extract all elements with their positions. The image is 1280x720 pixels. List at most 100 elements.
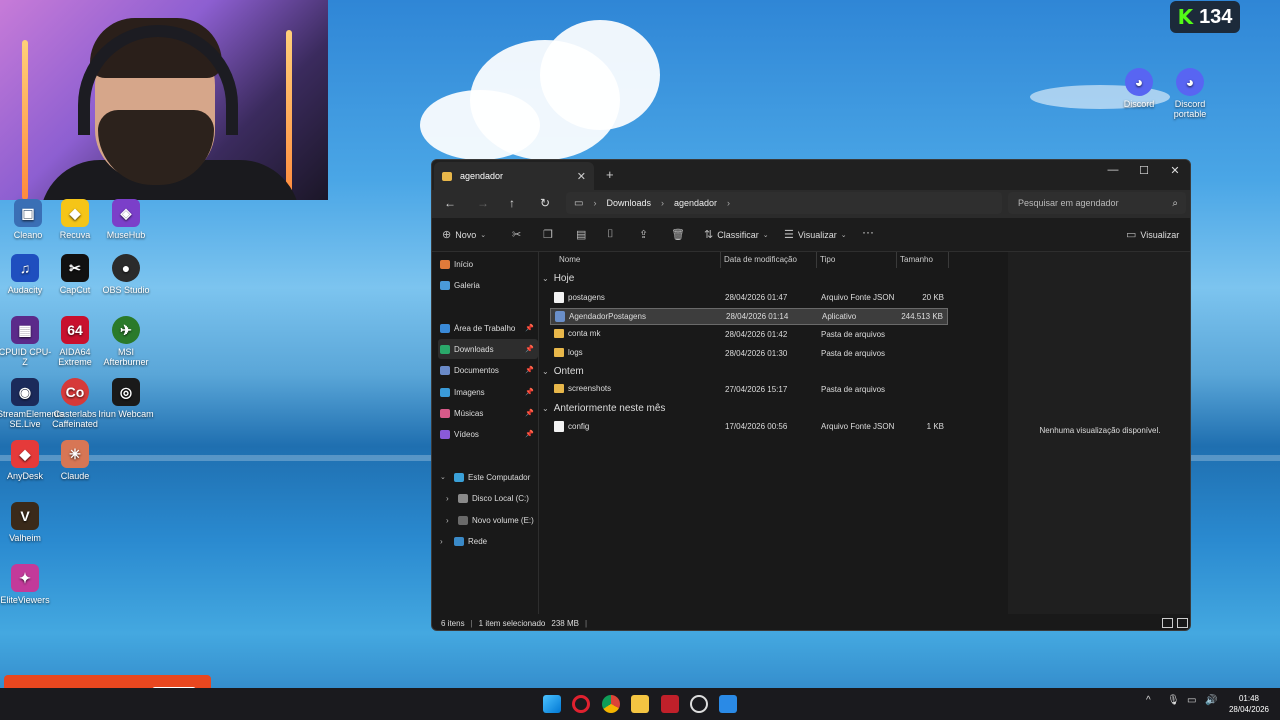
desktop-icon-discord[interactable]: ◕ Discord [1111, 68, 1167, 109]
desktop-icon-anydesk[interactable]: ◆ AnyDesk [0, 440, 53, 481]
column-separator[interactable] [720, 252, 721, 268]
more-options-button[interactable]: ··· [862, 225, 874, 239]
close-window-button[interactable]: ✕ [1160, 164, 1190, 177]
afterburner-icon: ✈ [112, 316, 140, 344]
nav-this-pc[interactable]: ⌄ Este Computador [438, 467, 538, 487]
desktop-icon-streamelements[interactable]: ◉ StreamElements SE.Live [0, 378, 64, 429]
desktop-icon-casterlabs[interactable]: Co Casterlabs Caffeinated [47, 378, 103, 429]
desktop-icon-valheim[interactable]: V Valheim [0, 502, 53, 543]
details-view-icon[interactable] [1162, 618, 1173, 628]
cpuz-icon: ▦ [11, 316, 39, 344]
search-input[interactable]: Pesquisar em agendador ⌕ [1008, 192, 1186, 214]
file-row[interactable]: postagens 28/04/2026 01:47 Arquivo Fonte… [550, 290, 948, 307]
column-header-name[interactable]: Nome [559, 255, 580, 271]
view-button[interactable]: ☰ Visualizar ⌄ [784, 228, 847, 241]
nav-desktop[interactable]: Área de Trabalho 📌 [438, 318, 538, 338]
desktop-icon-msi-afterburner[interactable]: ✈ MSI Afterburner [98, 316, 154, 367]
command-bar: ⊕ Novo ⌄ ✂ ❐ ▤ ⌷ ⇪ 🗑 ⇅ Classificar ⌄ ☰ V… [432, 218, 1190, 252]
twitter-overlay-icon[interactable] [661, 695, 679, 713]
file-explorer-icon[interactable] [631, 695, 649, 713]
file-row[interactable]: screenshots 27/04/2026 15:17 Pasta de ar… [550, 382, 948, 399]
desktop-icon-recuva[interactable]: ◆ Recuva [47, 199, 103, 240]
nav-gallery[interactable]: Galeria [438, 275, 538, 295]
nav-home[interactable]: Início [438, 254, 538, 274]
desktop-icon-iriun[interactable]: ◎ Iriun Webcam [98, 378, 154, 419]
back-arrow-icon[interactable]: ← [444, 196, 456, 210]
chevron-down-icon: ⌄ [840, 231, 847, 239]
chrome-icon[interactable] [602, 695, 620, 713]
column-separator[interactable] [948, 252, 949, 268]
share-button[interactable]: ⇪ [639, 228, 648, 241]
preview-pane-icon: ▭ [1126, 229, 1137, 241]
breadcrumb-agendador[interactable]: agendador [674, 198, 717, 208]
tiles-view-icon[interactable] [1177, 618, 1188, 628]
status-bar: 6 itens | 1 item selecionado 238 MB | [432, 614, 1190, 630]
column-separator[interactable] [896, 252, 897, 268]
desktop-icon-aida64[interactable]: 64 AIDA64 Extreme [47, 316, 103, 367]
file-row[interactable]: logs 28/04/2026 01:30 Pasta de arquivos [550, 346, 948, 363]
opera-icon[interactable] [572, 695, 590, 713]
new-tab-button[interactable]: + [606, 167, 614, 182]
file-row-selected[interactable]: AgendadorPostagens 28/04/2026 01:14 Apli… [550, 308, 948, 325]
desktop-icon-musehub[interactable]: ◈ MuseHub [98, 199, 154, 240]
obs-taskbar-icon[interactable] [690, 695, 708, 713]
cut-button[interactable]: ✂ [512, 228, 521, 241]
address-bar[interactable]: ▭ › Downloads › agendador › [566, 192, 1002, 214]
capcut-icon: ✂ [61, 254, 89, 282]
group-header[interactable]: ⌄ Hoje [542, 273, 574, 284]
delete-button[interactable]: 🗑 [671, 228, 685, 241]
refresh-icon[interactable]: ↻ [540, 196, 550, 210]
desktop-icon-eliteviewers[interactable]: ✦ EliteViewers [0, 564, 53, 605]
desktop-icon-audacity[interactable]: ♫ Audacity [0, 254, 53, 295]
tray-chevron-icon[interactable]: ^ [1146, 695, 1151, 706]
nav-downloads[interactable]: Downloads 📌 [438, 339, 538, 359]
column-header-date[interactable]: Data de modificação [724, 255, 797, 271]
desktop-icon-discord-portable[interactable]: ◕ Discord portable [1162, 68, 1218, 119]
paste-button[interactable]: ▤ [576, 228, 586, 241]
up-arrow-icon[interactable]: ↑ [509, 196, 515, 210]
nav-documents[interactable]: Documentos 📌 [438, 360, 538, 380]
desktop-icon-claude[interactable]: ✳ Claude [47, 440, 103, 481]
group-header[interactable]: ⌄ Ontem [542, 366, 584, 377]
breadcrumb-downloads[interactable]: Downloads [606, 198, 651, 208]
viewer-counter: K 134 [1170, 1, 1240, 33]
column-header-type[interactable]: Tipo [820, 255, 835, 271]
system-clock[interactable]: 01:48 28/04/2026 [1222, 693, 1276, 715]
copy-icon: ❐ [543, 229, 553, 241]
rename-icon: ⌷ [607, 228, 614, 240]
sort-button[interactable]: ⇅ Classificar ⌄ [704, 228, 769, 241]
new-button[interactable]: ⊕ Novo ⌄ [442, 228, 486, 241]
breadcrumb-separator-icon: › [727, 198, 731, 208]
tab-agendador[interactable]: agendador ✕ [434, 162, 594, 190]
network-tray-icon[interactable]: ▭ [1187, 695, 1196, 706]
music-icon [440, 408, 450, 418]
volume-icon[interactable]: 🔊 [1205, 695, 1217, 706]
selection-info: 1 item selecionado [478, 618, 546, 628]
nav-drive-c[interactable]: › Disco Local (C:) [444, 488, 544, 508]
windows-start-icon[interactable] [543, 695, 561, 713]
desktop-icon-capcut[interactable]: ✂ CapCut [47, 254, 103, 295]
file-row[interactable]: conta mk 28/04/2026 01:42 Pasta de arqui… [550, 327, 948, 344]
nav-music[interactable]: Músicas 📌 [438, 403, 538, 423]
file-row[interactable]: config 17/04/2026 00:56 Arquivo Fonte JS… [550, 419, 948, 436]
nav-network[interactable]: › Rede [438, 531, 538, 551]
desktop-icon-obs[interactable]: ● OBS Studio [98, 254, 154, 295]
nav-pictures[interactable]: Imagens 📌 [438, 382, 538, 402]
nav-drive-e[interactable]: › Novo volume (E:) [444, 510, 544, 530]
nav-videos[interactable]: Vídeos 📌 [438, 424, 538, 444]
maximize-button[interactable]: ☐ [1129, 164, 1159, 177]
minimize-button[interactable]: — [1098, 164, 1128, 176]
download-icon [440, 344, 450, 354]
rename-button[interactable]: ⌷ [607, 228, 614, 241]
microphone-icon[interactable]: 🎙 [1167, 695, 1180, 706]
details-pane-button[interactable]: ▭ Visualizar [1126, 228, 1179, 241]
forward-arrow-icon[interactable]: → [477, 196, 489, 210]
column-separator[interactable] [816, 252, 817, 268]
application-icon [555, 311, 565, 322]
vscode-icon[interactable] [719, 695, 737, 713]
group-header[interactable]: ⌄ Anteriormente neste mês [542, 403, 665, 414]
column-header-size[interactable]: Tamanho [900, 255, 933, 271]
copy-button[interactable]: ❐ [543, 228, 553, 241]
desktop-icon-cpuz[interactable]: ▦ CPUID CPU-Z [0, 316, 53, 367]
close-tab-icon[interactable]: ✕ [577, 170, 586, 183]
